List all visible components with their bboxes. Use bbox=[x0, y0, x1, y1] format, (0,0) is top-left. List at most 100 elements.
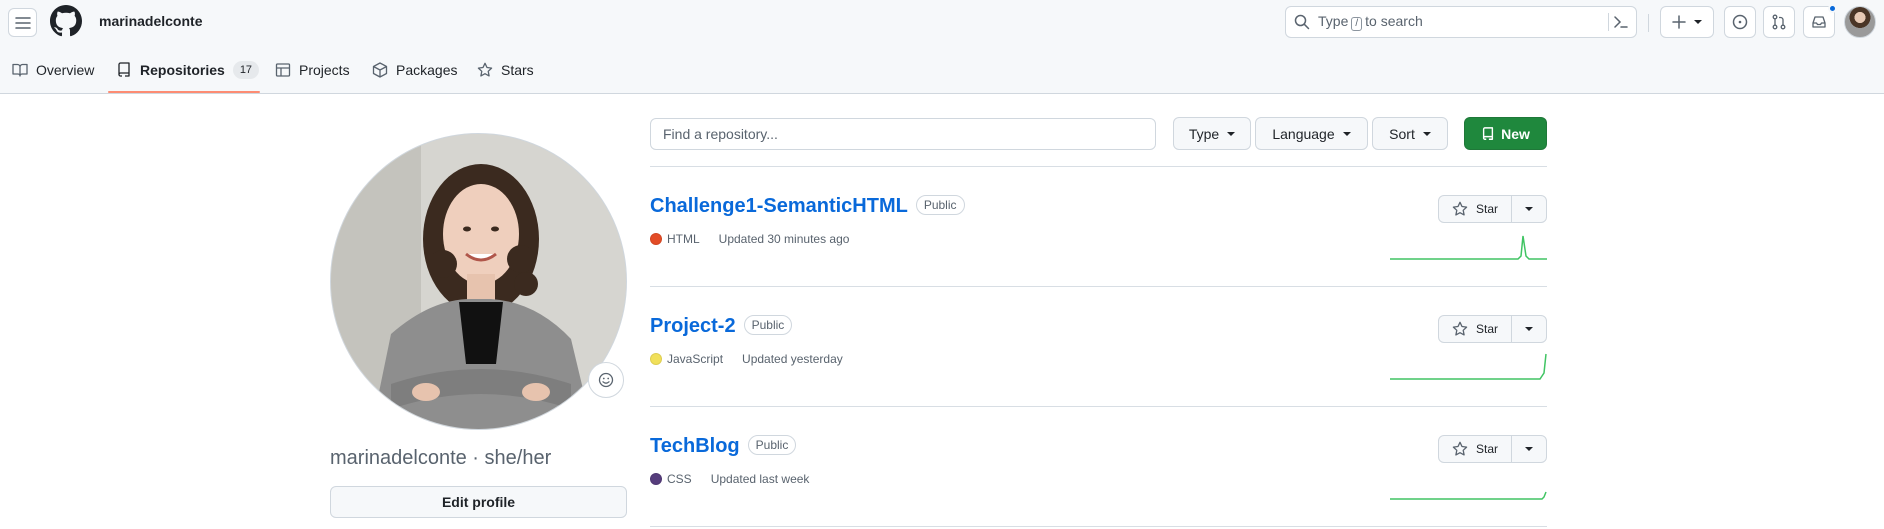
create-new-button[interactable] bbox=[1660, 6, 1714, 38]
language-filter-button[interactable]: Language bbox=[1255, 117, 1368, 150]
sort-filter-label: Sort bbox=[1389, 125, 1415, 142]
plus-icon bbox=[1672, 15, 1686, 29]
repo-icon bbox=[1483, 126, 1494, 140]
profile-tabs: Overview Repositories 17 Projects Packag… bbox=[0, 46, 1884, 94]
smiley-icon bbox=[598, 372, 614, 388]
star-button-group: Star bbox=[1438, 195, 1547, 223]
star-label: Star bbox=[1475, 322, 1498, 336]
profile-avatar[interactable] bbox=[330, 133, 627, 430]
repo-list-item: Challenge1-SemanticHTML Public HTML Updat… bbox=[650, 195, 1547, 315]
activity-sparkline bbox=[1390, 491, 1547, 500]
chevron-down-icon bbox=[1525, 207, 1533, 211]
chevron-down-icon bbox=[1525, 327, 1533, 331]
repo-name-link[interactable]: Challenge1-SemanticHTML Public bbox=[650, 195, 965, 218]
find-repository-input[interactable] bbox=[650, 118, 1156, 150]
chevron-down-icon bbox=[1227, 131, 1236, 136]
visibility-badge: Public bbox=[915, 195, 965, 215]
activity-sparkline bbox=[1390, 353, 1547, 380]
list-divider bbox=[650, 526, 1547, 527]
menu-button[interactable] bbox=[8, 8, 37, 37]
table-icon bbox=[275, 63, 291, 77]
language-filter-label: Language bbox=[1272, 125, 1335, 142]
visibility-badge: Public bbox=[743, 315, 793, 335]
global-search[interactable]: Type / to search bbox=[1285, 6, 1637, 38]
type-filter-button[interactable]: Type bbox=[1173, 117, 1251, 150]
repo-icon bbox=[118, 62, 130, 77]
star-list-dropdown[interactable] bbox=[1512, 196, 1546, 222]
star-button-group: Star bbox=[1438, 315, 1547, 343]
sort-filter-button[interactable]: Sort bbox=[1372, 117, 1448, 150]
tab-label: Packages bbox=[396, 62, 458, 78]
repo-meta: CSS Updated last week bbox=[650, 472, 809, 486]
repo-updated: Updated last week bbox=[710, 472, 810, 486]
global-header: marinadelconte Type / to search bbox=[0, 0, 1884, 46]
new-repository-label: New bbox=[1501, 125, 1530, 142]
new-repository-button[interactable]: New bbox=[1464, 117, 1547, 150]
star-label: Star bbox=[1475, 442, 1498, 456]
package-icon bbox=[372, 62, 388, 78]
profile-photo-illustration bbox=[331, 134, 626, 429]
set-status-button[interactable] bbox=[588, 362, 624, 398]
issues-button[interactable] bbox=[1724, 6, 1756, 38]
star-list-dropdown[interactable] bbox=[1512, 316, 1546, 342]
repo-language: HTML bbox=[667, 232, 700, 246]
notification-indicator bbox=[1828, 4, 1837, 13]
tab-overview[interactable]: Overview bbox=[12, 46, 94, 94]
activity-sparkline bbox=[1390, 235, 1547, 260]
issue-opened-icon bbox=[1732, 14, 1748, 30]
search-placeholder: Type / to search bbox=[1318, 13, 1423, 31]
book-icon bbox=[12, 63, 28, 77]
search-shortcut-key: / bbox=[1351, 17, 1363, 31]
header-divider bbox=[1648, 14, 1649, 32]
search-icon bbox=[1294, 14, 1310, 30]
tab-stars[interactable]: Stars bbox=[477, 46, 534, 94]
type-filter-label: Type bbox=[1188, 125, 1220, 142]
tab-label: Repositories bbox=[140, 62, 225, 78]
repo-name-link[interactable]: TechBlog Public bbox=[650, 435, 797, 458]
git-pull-request-icon bbox=[1772, 14, 1786, 30]
language-color-dot bbox=[650, 353, 662, 365]
header-username[interactable]: marinadelconte bbox=[99, 13, 202, 29]
repo-list-item: TechBlog Public CSS Updated last week Sta… bbox=[650, 435, 1547, 529]
language-color-dot bbox=[650, 473, 662, 485]
chevron-down-icon bbox=[1525, 447, 1533, 451]
list-divider bbox=[650, 166, 1547, 167]
repo-updated: Updated 30 minutes ago bbox=[718, 232, 850, 246]
tab-label: Overview bbox=[36, 62, 95, 78]
star-icon bbox=[477, 62, 493, 77]
tab-label: Stars bbox=[501, 62, 534, 78]
edit-profile-button[interactable]: Edit profile bbox=[330, 486, 627, 518]
visibility-badge: Public bbox=[747, 435, 797, 455]
repo-list-item: Project-2 Public JavaScript Updated yeste… bbox=[650, 315, 1547, 435]
user-avatar[interactable] bbox=[1844, 6, 1876, 38]
star-list-dropdown[interactable] bbox=[1512, 436, 1546, 462]
star-icon bbox=[1452, 441, 1468, 456]
tab-projects[interactable]: Projects bbox=[275, 46, 350, 94]
star-label: Star bbox=[1475, 202, 1498, 216]
list-divider bbox=[650, 406, 1547, 407]
chevron-down-icon bbox=[1422, 131, 1431, 136]
inbox-button[interactable] bbox=[1803, 4, 1837, 38]
repo-language: CSS bbox=[667, 472, 692, 486]
profile-username-pronouns: marinadelconte · she/her bbox=[330, 447, 552, 469]
language-color-dot bbox=[650, 233, 662, 245]
star-button-group: Star bbox=[1438, 435, 1547, 463]
pull-requests-button[interactable] bbox=[1763, 6, 1795, 38]
tab-repositories[interactable]: Repositories 17 bbox=[116, 46, 260, 94]
tab-packages[interactable]: Packages bbox=[372, 46, 457, 94]
repo-meta: JavaScript Updated yesterday bbox=[650, 352, 843, 366]
star-button[interactable]: Star bbox=[1439, 436, 1512, 462]
star-button[interactable]: Star bbox=[1439, 316, 1512, 342]
github-logo-icon[interactable] bbox=[50, 5, 82, 37]
chevron-down-icon bbox=[1694, 20, 1702, 24]
hamburger-icon bbox=[14, 16, 31, 29]
inbox-icon bbox=[1812, 16, 1826, 28]
star-button[interactable]: Star bbox=[1439, 196, 1512, 222]
repo-count-badge: 17 bbox=[232, 61, 260, 79]
chevron-down-icon bbox=[1342, 131, 1351, 136]
repo-updated: Updated yesterday bbox=[742, 352, 843, 366]
repo-name-link[interactable]: Project-2 Public bbox=[650, 315, 793, 338]
list-divider bbox=[650, 286, 1547, 287]
command-palette-button[interactable] bbox=[1608, 13, 1628, 31]
tab-label: Projects bbox=[299, 62, 350, 78]
